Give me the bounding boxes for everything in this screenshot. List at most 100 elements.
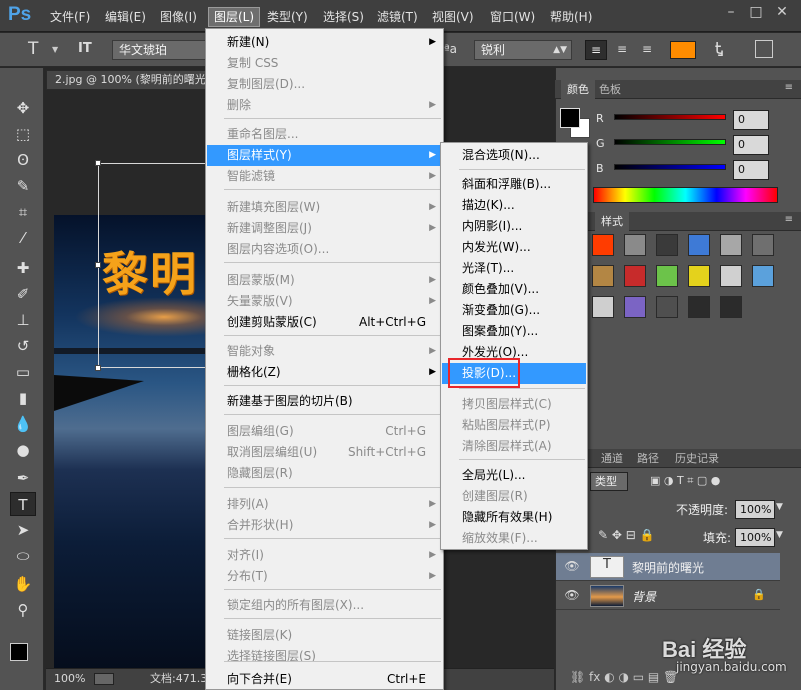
tab-styles[interactable]: 样式 <box>595 212 629 231</box>
menu-item[interactable]: 链接图层(K) <box>207 625 442 646</box>
menu-item[interactable]: 混合选项(N)... <box>442 145 586 166</box>
panels-toggle-icon[interactable] <box>755 40 773 58</box>
menu-type[interactable]: 类型(Y) <box>262 8 313 26</box>
blur-tool-icon[interactable]: 💧 <box>10 412 36 436</box>
style-swatch[interactable] <box>752 265 774 287</box>
lasso-tool-icon[interactable]: ʘ <box>10 148 36 172</box>
crop-tool-icon[interactable]: ⌗ <box>10 200 36 224</box>
menu-item[interactable]: 栅格化(Z) ▶ <box>207 362 442 383</box>
style-swatch[interactable] <box>720 234 742 256</box>
eraser-tool-icon[interactable]: ▭ <box>10 360 36 384</box>
menu-item[interactable]: 内发光(W)... <box>442 237 586 258</box>
warp-text-icon[interactable]: Ꮏ <box>715 39 724 59</box>
menu-filter[interactable]: 滤镜(T) <box>372 8 423 26</box>
menu-item[interactable]: 新建调整图层(J) ▶ <box>207 218 442 239</box>
style-swatch[interactable] <box>752 234 774 256</box>
menu-item[interactable]: 矢量蒙版(V) ▶ <box>207 291 442 312</box>
style-swatch[interactable] <box>624 265 646 287</box>
chevron-down-icon[interactable]: ▼ <box>776 502 783 512</box>
status-icon[interactable] <box>94 673 114 685</box>
history-brush-tool-icon[interactable]: ↺ <box>10 334 36 358</box>
zoom-level[interactable]: 100% <box>54 669 85 689</box>
chevron-down-icon[interactable]: ▼ <box>776 530 783 540</box>
minimize-icon[interactable]: – <box>720 3 742 21</box>
transform-handle[interactable] <box>95 160 101 166</box>
style-swatch[interactable] <box>656 296 678 318</box>
tab-swatches[interactable]: 色板 <box>593 80 627 99</box>
style-swatch[interactable] <box>720 265 742 287</box>
fill-input[interactable]: 100% <box>735 528 775 547</box>
menu-item[interactable]: 向下合并(E) Ctrl+E <box>207 669 442 690</box>
layer-row-background[interactable]: 👁 背景 🔒 <box>556 582 780 610</box>
layer-footer-icons[interactable]: ⛓ fx ◐ ◑ ▭ ▤ 🗑 <box>570 670 678 684</box>
style-swatch[interactable] <box>720 296 742 318</box>
hand-tool-icon[interactable]: ✋ <box>10 572 36 596</box>
style-swatch[interactable] <box>592 296 614 318</box>
eyedropper-tool-icon[interactable]: ⁄ <box>10 226 36 250</box>
eye-icon[interactable]: 👁 <box>564 559 580 575</box>
healing-brush-tool-icon[interactable]: ✚ <box>10 256 36 280</box>
menu-view[interactable]: 视图(V) <box>427 8 479 26</box>
menu-item[interactable]: 智能对象 ▶ <box>207 341 442 362</box>
menu-item[interactable]: 图层内容选项(O)... <box>207 239 442 260</box>
menu-item[interactable]: 全局光(L)... <box>442 465 586 486</box>
menu-item[interactable]: 新建(N) ▶ <box>207 32 442 53</box>
green-slider[interactable] <box>614 139 726 145</box>
red-slider[interactable] <box>614 114 726 120</box>
gradient-tool-icon[interactable]: ▮ <box>10 386 36 410</box>
style-swatch[interactable] <box>656 265 678 287</box>
color-foreground-swatch[interactable] <box>560 108 580 128</box>
menu-item[interactable]: 图案叠加(Y)... <box>442 321 586 342</box>
layer-kind-filter[interactable]: 类型 <box>590 472 628 491</box>
antialias-select[interactable]: 锐利 ▲▼ <box>474 40 572 60</box>
layer-filter-icons[interactable]: ▣ ◑ T ⌗ ▢ ● <box>650 474 720 488</box>
menu-item[interactable]: 斜面和浮雕(B)... <box>442 174 586 195</box>
style-swatch[interactable] <box>688 296 710 318</box>
menu-item[interactable]: 缩放效果(F)... <box>442 528 586 549</box>
move-tool-icon[interactable]: ✥ <box>10 96 36 120</box>
menu-item[interactable]: 复制 CSS <box>207 53 442 74</box>
menu-item[interactable]: 光泽(T)... <box>442 258 586 279</box>
foreground-color-swatch[interactable] <box>10 643 28 661</box>
layer-name[interactable]: 背景 <box>632 588 656 605</box>
align-right-icon[interactable]: ≡ <box>636 40 658 60</box>
brush-tool-icon[interactable]: ✐ <box>10 282 36 306</box>
menu-item[interactable]: 对齐(I) ▶ <box>207 545 442 566</box>
menu-layer[interactable]: 图层(L) <box>207 7 261 27</box>
shape-tool-icon[interactable]: ⬭ <box>10 544 36 568</box>
chevron-down-icon[interactable]: ▼ <box>52 45 58 54</box>
blue-slider[interactable] <box>614 164 726 170</box>
menu-item[interactable]: 排列(A) ▶ <box>207 494 442 515</box>
menu-item[interactable]: 删除 ▶ <box>207 95 442 116</box>
style-swatch[interactable] <box>624 296 646 318</box>
menu-image[interactable]: 图像(I) <box>155 8 202 26</box>
tab-history[interactable]: 历史记录 <box>669 449 725 468</box>
text-color-swatch[interactable] <box>670 41 696 59</box>
menu-item[interactable]: 清除图层样式(A) <box>442 436 586 457</box>
tab-paths[interactable]: 路径 <box>631 449 665 468</box>
menu-item[interactable]: 粘贴图层样式(P) <box>442 415 586 436</box>
red-value-input[interactable]: 0 <box>733 110 769 130</box>
menu-item[interactable]: 内阴影(I)... <box>442 216 586 237</box>
text-orientation-icon[interactable]: IT <box>78 41 92 56</box>
menu-item[interactable]: 锁定组内的所有图层(X)... <box>207 595 442 616</box>
menu-window[interactable]: 窗口(W) <box>485 8 540 26</box>
align-center-icon[interactable]: ≡ <box>611 40 633 60</box>
stamp-tool-icon[interactable]: ⊥ <box>10 308 36 332</box>
menu-item[interactable]: 隐藏所有效果(H) <box>442 507 586 528</box>
marquee-tool-icon[interactable]: ⬚ <box>10 122 36 146</box>
menu-item[interactable]: 渐变叠加(G)... <box>442 300 586 321</box>
menu-item[interactable]: 颜色叠加(V)... <box>442 279 586 300</box>
green-value-input[interactable]: 0 <box>733 135 769 155</box>
zoom-tool-icon[interactable]: ⚲ <box>10 598 36 622</box>
menu-edit[interactable]: 编辑(E) <box>100 8 151 26</box>
menu-item[interactable]: 隐藏图层(R) <box>207 463 442 484</box>
menu-item[interactable]: 分布(T) ▶ <box>207 566 442 587</box>
menu-item[interactable]: 智能滤镜 ▶ <box>207 166 442 187</box>
tab-channels[interactable]: 通道 <box>595 449 629 468</box>
dodge-tool-icon[interactable]: ● <box>10 438 36 462</box>
blue-value-input[interactable]: 0 <box>733 160 769 180</box>
transform-handle[interactable] <box>95 262 101 268</box>
menu-item[interactable]: 新建填充图层(W) ▶ <box>207 197 442 218</box>
panel-menu-icon[interactable]: ≡ <box>785 82 793 93</box>
